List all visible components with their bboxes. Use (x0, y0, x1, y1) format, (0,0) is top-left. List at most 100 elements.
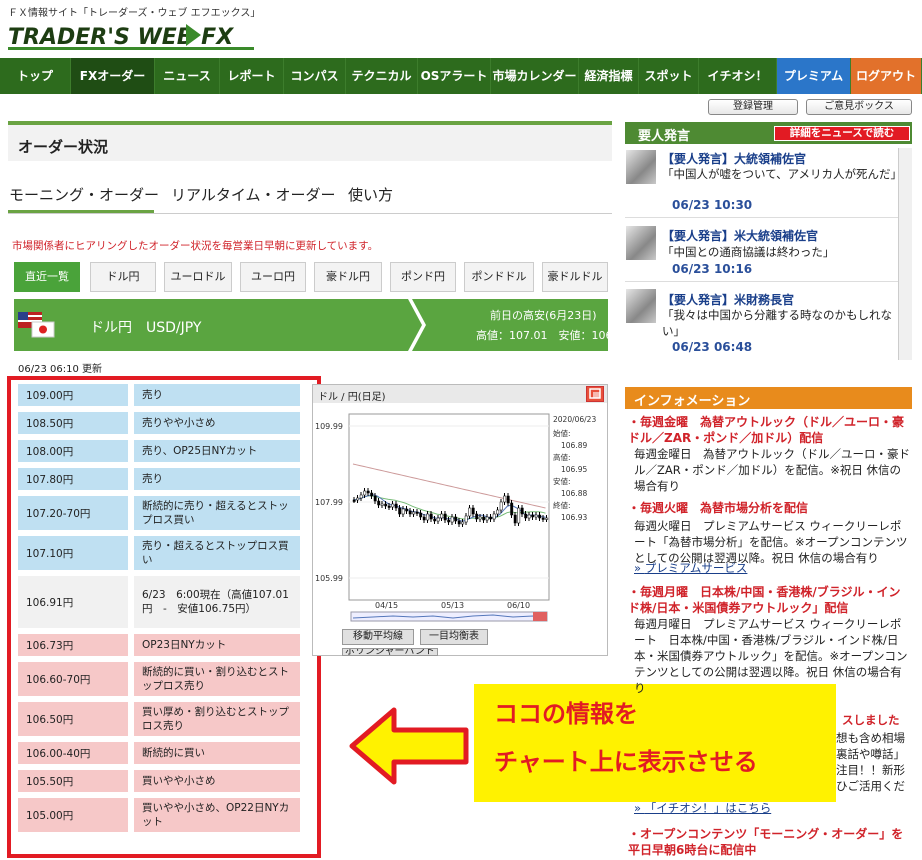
ohlc-label: 安値: (553, 476, 571, 486)
candle-body (377, 500, 381, 506)
candlestick-chart[interactable]: 109.99 107.99 105.99 04/15 05/13 06/10 2… (313, 404, 607, 634)
registration-button[interactable]: 登録管理 (708, 99, 798, 115)
pair-header-bar (14, 299, 434, 351)
info-item-head[interactable]: ・毎週金曜 為替アウトルック（ドル／ユーロ・豪ドル／ZAR・ポンド／加ドル）配信 (628, 414, 908, 446)
nav-news[interactable]: ニュース (155, 58, 220, 94)
candle-body (454, 516, 458, 522)
tab-realtime-order[interactable]: リアルタイム・オーダー (171, 184, 336, 205)
candle-body (412, 511, 416, 515)
nav-technical[interactable]: テクニカル (346, 58, 418, 94)
nav-compass[interactable]: コンパス (284, 58, 346, 94)
vip-item-title[interactable]: 【要人発言】大統領補佐官 (662, 150, 806, 167)
site-tagline: ＦＸ情報サイト「トレーダーズ・ウェブ エフエックス」 (8, 8, 261, 19)
candle-body (482, 516, 486, 521)
pair-button-gbpusd[interactable]: ポンドドル (464, 262, 534, 292)
left-arrow-icon (349, 707, 469, 785)
candle-body (520, 507, 524, 515)
ohlc-label: 106.89 (561, 441, 587, 450)
updated-timestamp: 06/23 06:10 更新 (18, 364, 102, 375)
candle-body (485, 516, 489, 521)
candle-body (429, 513, 433, 520)
nav-logout[interactable]: ログアウト (851, 58, 922, 94)
site-logo[interactable]: TRADER'S WEB FX (6, 18, 256, 52)
y-tick: 109.99 (315, 422, 343, 431)
nav-premium[interactable]: プレミアム (777, 58, 851, 94)
candle-body (527, 514, 531, 519)
vip-item-time: 06/23 10:16 (672, 262, 753, 276)
info-item-head[interactable]: ・毎週火曜 為替市場分析を配信 (628, 500, 908, 516)
candle-body (524, 513, 528, 519)
expand-icon[interactable] (586, 386, 604, 402)
chart-date: 2020/06/23 (553, 415, 596, 424)
ichioshi-link[interactable]: » 「イチオシ！」はこちら (634, 800, 771, 816)
y-tick: 105.99 (315, 574, 343, 583)
candle-body (503, 495, 507, 503)
callout-line-1: ココの情報を (494, 700, 638, 728)
pair-button-eurusd[interactable]: ユーロドル (164, 262, 232, 292)
tab-morning-order[interactable]: モーニング・オーダー (9, 184, 159, 205)
pair-bar-arrow (398, 299, 426, 351)
vip-item-title[interactable]: 【要人発言】米大統領補佐官 (662, 227, 818, 244)
pair-button-audjpy[interactable]: 豪ドル円 (314, 262, 382, 292)
callout-line-2: チャート上に表示させる (494, 748, 758, 776)
ichimoku-button[interactable]: 一目均衡表 (420, 629, 488, 645)
candle-body (457, 520, 461, 525)
main-nav: トップ FXオーダー ニュース レポート コンパス テクニカル OSアラート 市… (0, 58, 922, 94)
info-item-body: 毎週金曜日 為替アウトルック（ドル／ユーロ・豪ドル／ZAR・ポンド／加ドル）を配… (634, 447, 910, 493)
ohlc-label: 106.88 (561, 489, 587, 498)
ohlc-label: 終値: (553, 500, 571, 510)
candle-body (478, 516, 482, 520)
candle-body (352, 499, 356, 502)
candle-body (510, 502, 514, 516)
moving-average-button[interactable]: 移動平均線 (342, 629, 414, 645)
info-item-head[interactable]: ・オープンコンテンツ「モーニング・オーダー」を平日早朝6時台に配信中 (628, 826, 908, 858)
candle-body (464, 515, 468, 523)
y-tick: 107.99 (315, 498, 343, 507)
candle-body (363, 490, 367, 496)
info-item-head[interactable]: ・毎週月曜 日本株/中国・香港株/ブラジル・インド株/日本・米国債券アウトルック… (628, 584, 908, 616)
feedback-button[interactable]: ご意見ボックス (806, 99, 912, 115)
info-title: インフォメーション (634, 394, 751, 409)
candle-body (443, 513, 447, 521)
nav-fx-order[interactable]: FXオーダー (71, 58, 155, 94)
candle-body (415, 511, 419, 514)
pair-button-usdjpy[interactable]: ドル円 (90, 262, 156, 292)
nav-top[interactable]: トップ (0, 58, 71, 94)
bollinger-button[interactable]: ボリンジャーバンド (342, 648, 438, 656)
premium-service-link[interactable]: » プレミアムサービス (634, 560, 747, 576)
candle-body (380, 503, 384, 506)
candle-body (387, 505, 391, 508)
candle-body (538, 514, 542, 519)
candle-body (384, 503, 388, 507)
nav-economic-indicators[interactable]: 経済指標 (579, 58, 639, 94)
vip-item-title[interactable]: 【要人発言】米財務長官 (662, 291, 794, 308)
nav-ichioshi[interactable]: イチオシ！ (699, 58, 777, 94)
info-item-body: 毎週月曜日 プレミアムサービス ウィークリーレポート 日本株/中国・香港株/ブラ… (634, 617, 908, 695)
candle-body (422, 516, 426, 521)
candle-body (541, 517, 545, 520)
pair-button-eurjpy[interactable]: ユーロ円 (240, 262, 306, 292)
highlight-box (7, 376, 321, 858)
nav-spot[interactable]: スポット (639, 58, 699, 94)
nav-report[interactable]: レポート (220, 58, 284, 94)
candle-body (356, 497, 360, 501)
candle-body (506, 495, 510, 504)
vip-item-time: 06/23 10:30 (672, 198, 753, 212)
candle-body (366, 490, 370, 494)
current-pair-label: ドル円 USD/JPY (90, 320, 202, 336)
tab-how-to-use[interactable]: 使い方 (348, 184, 393, 205)
candle-body (440, 513, 444, 519)
nav-market-calendar[interactable]: 市場カレンダー (491, 58, 579, 94)
candle-body (545, 517, 549, 520)
pair-button-gbpjpy[interactable]: ポンド円 (390, 262, 456, 292)
ohlc-label: 始値: (553, 428, 571, 438)
candle-body (401, 508, 405, 515)
pair-button-audusd[interactable]: 豪ドルドル (542, 262, 608, 292)
flag-icon (18, 312, 55, 338)
read-news-button[interactable]: 詳細をニュースで読む (774, 126, 910, 141)
x-tick: 05/13 (441, 601, 464, 610)
pair-button-recent[interactable]: 直近一覧 (14, 262, 80, 292)
prev-day-label: 前日の高安(6月23日) (490, 309, 597, 322)
candle-body (373, 495, 377, 502)
nav-os-alert[interactable]: OSアラート (418, 58, 491, 94)
